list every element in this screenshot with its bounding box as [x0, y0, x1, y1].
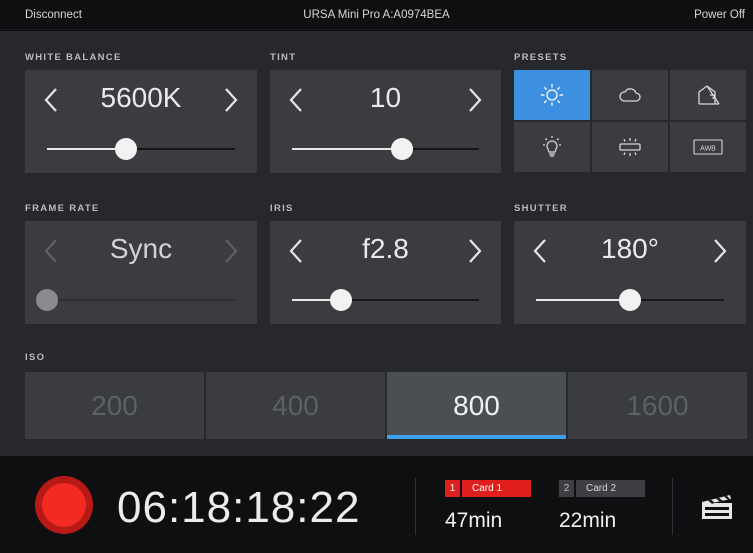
- frame-rate-slider[interactable]: [36, 289, 235, 311]
- iris-decrease-button[interactable]: [282, 236, 312, 266]
- iso-option-label: 400: [272, 390, 319, 421]
- awb-icon: AWB: [693, 139, 723, 155]
- iso-option-label: 800: [453, 390, 500, 421]
- shutter-increase-button[interactable]: [704, 236, 734, 266]
- chevron-right-icon: [469, 88, 482, 112]
- shutter-label: SHUTTER: [514, 203, 568, 214]
- top-bar: Disconnect URSA Mini Pro A:A0974BEA Powe…: [0, 0, 753, 30]
- power-off-button[interactable]: Power Off: [694, 9, 745, 21]
- white-balance-label: WHITE BALANCE: [25, 52, 122, 63]
- divider: [415, 478, 416, 535]
- shutter-slider[interactable]: [536, 289, 724, 311]
- preset-shade-button[interactable]: [670, 70, 746, 120]
- iris-label: IRIS: [270, 203, 294, 214]
- shutter-slider-fill: [536, 299, 630, 301]
- chevron-right-icon: [225, 88, 238, 112]
- shutter-slider-knob[interactable]: [619, 289, 641, 311]
- timecode-display: 06:18:18:22: [117, 483, 361, 532]
- presets-label: PRESETS: [514, 52, 568, 63]
- frame-rate-increase-button[interactable]: [215, 236, 245, 266]
- preset-fluorescent-button[interactable]: [592, 122, 668, 172]
- iris-slider-knob[interactable]: [329, 289, 352, 311]
- awb-text: AWB: [700, 146, 716, 153]
- chevron-right-icon: [225, 239, 238, 263]
- iso-option-400[interactable]: 400: [206, 372, 385, 439]
- card-1-name: Card 1: [462, 480, 531, 497]
- iris-slider[interactable]: [292, 289, 479, 311]
- main-panel: WHITE BALANCE 5600K TINT 10 PRESETS AWB …: [0, 31, 753, 456]
- white-balance-value: 5600K: [100, 82, 182, 113]
- shutter-value: 180°: [601, 233, 659, 264]
- shutter-panel: 180°: [514, 221, 746, 324]
- white-balance-panel: 5600K: [25, 70, 257, 173]
- iris-increase-button[interactable]: [459, 236, 489, 266]
- chevron-left-icon: [44, 88, 57, 112]
- preset-tungsten-button[interactable]: [514, 122, 590, 172]
- iso-selector: 200 400 800 1600: [25, 372, 747, 439]
- frame-rate-slider-knob[interactable]: [36, 289, 58, 311]
- card-1-number: 1: [445, 480, 460, 497]
- card-2-number: 2: [559, 480, 574, 497]
- iris-value: f2.8: [362, 233, 409, 264]
- divider: [672, 478, 673, 535]
- iso-option-1600[interactable]: 1600: [568, 372, 747, 439]
- preset-sunlight-button[interactable]: [514, 70, 590, 120]
- card-2-remaining: 22min: [559, 509, 617, 532]
- shade-house-icon: [698, 85, 720, 105]
- tint-slider[interactable]: [292, 138, 479, 160]
- tint-slider-knob[interactable]: [391, 138, 414, 160]
- iso-option-800[interactable]: 800: [387, 372, 566, 439]
- preset-awb-button[interactable]: AWB: [670, 122, 746, 172]
- iso-option-label: 1600: [626, 390, 689, 421]
- chevron-right-icon: [469, 239, 482, 263]
- iso-selected-underline: [387, 435, 566, 439]
- sun-icon: [541, 84, 563, 106]
- card-2-name: Card 2: [576, 480, 645, 497]
- tint-decrease-button[interactable]: [282, 85, 312, 115]
- tint-panel: 10: [270, 70, 501, 173]
- chevron-left-icon: [44, 239, 57, 263]
- white-balance-increase-button[interactable]: [215, 85, 245, 115]
- shutter-decrease-button[interactable]: [526, 236, 556, 266]
- iso-label: ISO: [25, 352, 46, 363]
- camera-name: URSA Mini Pro A:A0974BEA: [303, 9, 450, 21]
- iris-panel: f2.8: [270, 221, 501, 324]
- preset-cloudy-button[interactable]: [592, 70, 668, 120]
- tint-increase-button[interactable]: [459, 85, 489, 115]
- white-balance-slider-knob[interactable]: [114, 138, 137, 160]
- slate-button[interactable]: [700, 492, 734, 520]
- tint-slider-fill: [292, 148, 403, 150]
- card-1-remaining: 47min: [445, 509, 503, 532]
- transport-bar: 06:18:18:22 1 Card 1 47min 2 Card 2 22mi…: [0, 456, 753, 553]
- record-icon: [42, 483, 86, 527]
- iso-option-label: 200: [91, 390, 138, 421]
- white-balance-slider[interactable]: [47, 138, 235, 160]
- tint-label: TINT: [270, 52, 297, 63]
- tint-value: 10: [369, 82, 402, 113]
- cloud-icon: [619, 88, 641, 102]
- record-button[interactable]: [35, 476, 93, 534]
- bulb-icon: [543, 136, 561, 157]
- frame-rate-panel: Sync: [25, 221, 257, 324]
- frame-rate-decrease-button[interactable]: [37, 236, 67, 266]
- chevron-left-icon: [289, 239, 302, 263]
- chevron-right-icon: [714, 239, 727, 263]
- chevron-left-icon: [289, 88, 302, 112]
- iso-option-200[interactable]: 200: [25, 372, 204, 439]
- fluorescent-icon: [619, 138, 641, 156]
- frame-rate-label: FRAME RATE: [25, 203, 100, 214]
- clapperboard-icon: [702, 495, 732, 519]
- white-balance-decrease-button[interactable]: [37, 85, 67, 115]
- frame-rate-value: Sync: [109, 233, 173, 264]
- chevron-left-icon: [533, 239, 546, 263]
